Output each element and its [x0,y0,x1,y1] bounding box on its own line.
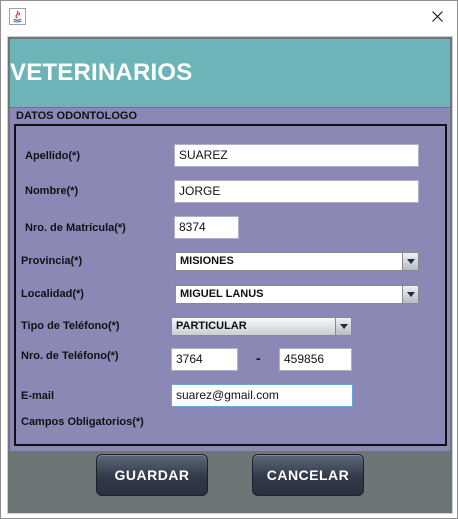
provincia-select[interactable]: MISIONES [175,252,419,271]
chevron-down-icon [402,286,418,303]
apellido-field[interactable]: SUAREZ [174,144,419,167]
content-panel: VETERINARIOS DATOS ODONTOLOGO Apellido(*… [7,36,453,514]
tipo-telefono-value: PARTICULAR [176,320,247,332]
chevron-down-icon [335,318,351,335]
close-button[interactable] [421,3,453,30]
telefono-label: Nro. de Teléfono(*) [21,350,119,362]
email-field[interactable]: suarez@gmail.com [171,384,353,407]
apellido-label: Apellido(*) [25,150,80,162]
tipo-telefono-select[interactable]: PARTICULAR [171,317,352,336]
title-bar [1,1,457,32]
page-title: VETERINARIOS [10,59,193,86]
java-icon [9,8,26,25]
close-icon [431,11,443,22]
save-button[interactable]: GUARDAR [96,454,208,496]
provincia-value: MISIONES [180,255,234,267]
nombre-label: Nombre(*) [25,185,79,197]
form-legend: DATOS ODONTOLOGO [16,110,138,122]
localidad-value: MIGUEL LANUS [180,288,264,300]
telefono-separator: - [256,350,261,366]
provincia-label: Provincia(*) [21,255,83,267]
matricula-field[interactable]: 8374 [174,216,239,239]
app-window: VETERINARIOS DATOS ODONTOLOGO Apellido(*… [0,0,458,519]
matricula-label: Nro. de Matrícula(*) [25,222,126,234]
localidad-label: Localidad(*) [21,288,84,300]
header-banner: VETERINARIOS [10,39,450,107]
email-label: E-mail [21,390,55,402]
cancel-button[interactable]: CANCELAR [252,454,364,496]
nombre-field[interactable]: JORGE [174,180,419,203]
localidad-select[interactable]: MIGUEL LANUS [175,285,419,304]
form-panel: DATOS ODONTOLOGO Apellido(*) SUAREZ Nomb… [10,108,450,451]
tipo-telefono-label: Tipo de Teléfono(*) [21,320,120,332]
required-fields-note: Campos Obligatorios(*) [21,416,144,428]
chevron-down-icon [402,253,418,270]
telefono-area-field[interactable]: 3764 [171,348,238,371]
telefono-number-field[interactable]: 459856 [279,348,352,371]
